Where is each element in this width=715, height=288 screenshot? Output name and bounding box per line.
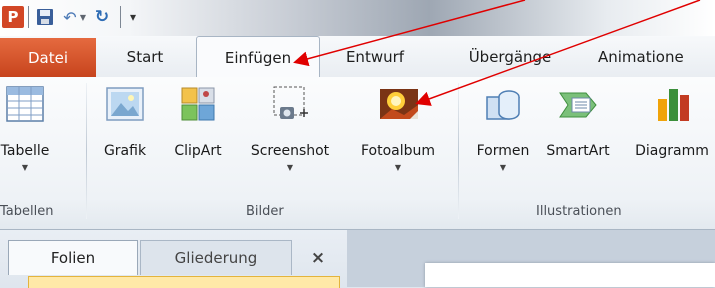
table-button[interactable]: Tabelle ▼ [0, 83, 54, 172]
chevron-down-icon: ▼ [21, 163, 29, 172]
title-bar: P ↶ ▼ ↻ ▾ [0, 0, 715, 36]
screenshot-button-label: Screenshot [250, 143, 330, 159]
chevron-down-icon: ▼ [394, 163, 402, 172]
tab-animations[interactable]: Animatione [590, 36, 715, 77]
powerpoint-logo-icon[interactable]: P [2, 6, 24, 28]
picture-icon [103, 83, 147, 127]
smartart-button[interactable]: SmartArt [538, 83, 618, 159]
table-icon [3, 83, 47, 127]
clipart-button-label: ClipArt [174, 143, 222, 159]
clipart-button[interactable]: ClipArt [168, 83, 228, 159]
customize-toolbar-icon[interactable]: ▾ [126, 6, 140, 28]
picture-button[interactable]: Grafik [100, 83, 150, 159]
photo-album-icon [376, 83, 420, 127]
chart-icon [650, 83, 694, 127]
chevron-down-icon: ▼ [286, 163, 294, 172]
save-icon[interactable] [36, 6, 54, 28]
group-label-images: Bilder [246, 204, 284, 219]
slide-canvas[interactable] [425, 263, 715, 287]
chevron-down-icon: ▼ [499, 163, 507, 172]
slide-thumbnail[interactable] [28, 276, 340, 288]
tab-file[interactable]: Datei [0, 38, 96, 77]
slides-pane: Folien Gliederung × [0, 230, 348, 288]
photo-album-button[interactable]: Fotoalbum ▼ [348, 83, 448, 172]
ribbon-panel: Tabelle ▼ Grafik ClipArt Screenshot ▼ Fo… [0, 77, 715, 230]
group-separator [458, 83, 459, 219]
redo-icon[interactable]: ↻ [94, 6, 110, 28]
tab-slides[interactable]: Folien [8, 240, 138, 275]
tab-start[interactable]: Start [110, 36, 180, 77]
screenshot-icon [268, 83, 312, 127]
group-separator [86, 83, 87, 219]
group-label-illustrations: Illustrationen [536, 204, 622, 219]
table-button-label: Tabelle [0, 143, 50, 159]
separator [120, 6, 121, 28]
smartart-icon [556, 83, 600, 127]
shapes-button-label: Formen [476, 143, 530, 159]
picture-button-label: Grafik [103, 143, 147, 159]
shapes-icon [481, 83, 525, 127]
smartart-button-label: SmartArt [546, 143, 610, 159]
photo-album-button-label: Fotoalbum [360, 143, 436, 159]
tab-outline[interactable]: Gliederung [140, 240, 292, 275]
chart-button-label: Diagramm [635, 143, 709, 159]
screenshot-button[interactable]: Screenshot ▼ [242, 83, 338, 172]
undo-icon[interactable]: ↶ [62, 6, 78, 28]
tab-transitions[interactable]: Übergänge [455, 36, 565, 77]
ribbon-tab-bar: Datei Start Einfügen Entwurf Übergänge A… [0, 36, 715, 78]
close-icon[interactable]: × [304, 244, 332, 272]
tab-insert[interactable]: Einfügen [196, 36, 320, 78]
tab-design[interactable]: Entwurf [330, 36, 420, 77]
shapes-button[interactable]: Formen ▼ [470, 83, 536, 172]
clipart-icon [176, 83, 220, 127]
chart-button[interactable]: Diagramm [622, 83, 715, 159]
separator [28, 6, 29, 28]
group-label-tables: Tabellen [0, 204, 54, 219]
undo-dropdown-icon[interactable]: ▼ [78, 6, 88, 28]
